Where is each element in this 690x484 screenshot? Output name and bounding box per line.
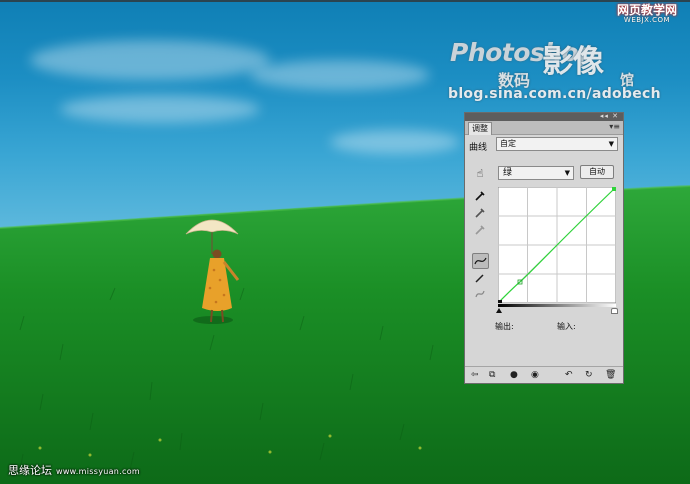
bottom-watermark-url: www.missyuan.com: [56, 467, 140, 476]
window-top-edge: [0, 0, 690, 2]
panel-bottom-bar: ⇦ ⧉ ● ◉ ↶ ↻ 🗑: [465, 366, 623, 384]
clip-layer-icon[interactable]: ⧉: [489, 370, 495, 380]
chevron-down-icon: ▼: [564, 169, 570, 177]
previous-state-icon[interactable]: ↶: [565, 370, 573, 380]
smooth-icon[interactable]: [473, 287, 487, 301]
curve-points-icon[interactable]: [472, 253, 489, 269]
curves-label: 曲线: [469, 143, 488, 153]
site-badge-title: 网页教学网: [616, 3, 677, 17]
visibility-icon[interactable]: ●: [510, 370, 518, 380]
input-label: 输入:: [557, 322, 576, 331]
panel-menu-icon[interactable]: ▾≡: [609, 122, 620, 131]
output-label: 输出:: [495, 322, 514, 331]
bottom-watermark-name: 思缘论坛: [8, 464, 52, 477]
input-gradient-slider[interactable]: [498, 304, 616, 312]
curves-graph[interactable]: [498, 187, 616, 303]
eye-icon[interactable]: ◉: [531, 370, 539, 380]
panel-tab-row: 调整 ▾≡: [465, 121, 623, 135]
preset-select[interactable]: 自定 ▼: [496, 137, 618, 151]
pencil-icon[interactable]: [473, 271, 487, 285]
collapse-icon[interactable]: ◂◂ ✕: [600, 112, 619, 120]
channel-value: 绿: [503, 168, 513, 178]
channel-select[interactable]: 绿 ▼: [498, 166, 574, 180]
delete-icon[interactable]: 🗑: [605, 370, 616, 380]
gray-eyedropper-icon[interactable]: [473, 206, 487, 220]
black-eyedropper-icon[interactable]: [473, 189, 487, 203]
woman-with-umbrella: [185, 219, 240, 324]
reset-icon[interactable]: ↻: [585, 370, 593, 380]
black-point-slider[interactable]: [496, 308, 502, 313]
bottom-watermark: 思缘论坛 www.missyuan.com: [8, 462, 140, 478]
panel-title-bar[interactable]: ◂◂ ✕: [465, 112, 623, 121]
watermark-big-text: 影像: [542, 44, 604, 80]
preset-value: 自定: [500, 139, 516, 148]
white-point-slider[interactable]: [611, 308, 618, 314]
auto-button[interactable]: 自动: [580, 165, 614, 179]
site-badge: 网页教学网 WEBJX.COM: [606, 4, 688, 24]
white-eyedropper-icon[interactable]: [473, 223, 487, 237]
tab-adjustments[interactable]: 调整: [468, 122, 492, 135]
site-badge-url: WEBJX.COM: [623, 16, 671, 24]
chevron-down-icon: ▼: [608, 140, 614, 148]
adjustments-panel: ◂◂ ✕ 调整 ▾≡ 曲线 自定 ▼ ☝ 绿 ▼ 自动 输出: 输入: ⇦ ⧉ …: [464, 112, 624, 384]
on-image-adjust-icon[interactable]: ☝: [473, 166, 487, 180]
watermark-url: blog.sina.com.cn/adobech: [448, 86, 661, 102]
return-icon[interactable]: ⇦: [471, 370, 479, 380]
